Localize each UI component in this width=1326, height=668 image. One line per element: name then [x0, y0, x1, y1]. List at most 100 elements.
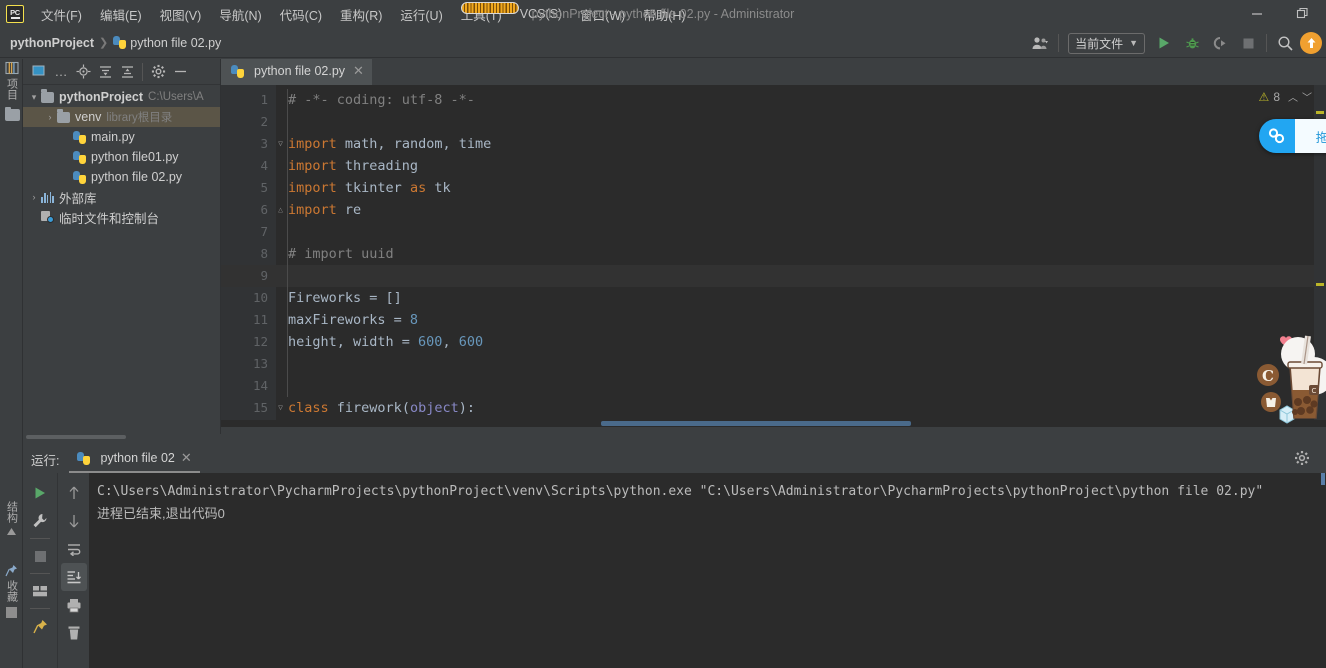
- hide-icon[interactable]: [170, 62, 190, 82]
- soft-wrap-icon[interactable]: [61, 535, 87, 563]
- code-content[interactable]: # -*- coding: utf-8 -*- import math, rand…: [276, 85, 1326, 427]
- close-icon[interactable]: ✕: [181, 450, 192, 466]
- run-with-coverage-icon[interactable]: [1207, 30, 1233, 56]
- code-editor[interactable]: 1 2 3 ▽ 4 5 6 △ 7 8 9 10 11 12 13 14 15 ▽ # -*- coding: u…: [221, 85, 1326, 427]
- stripe-folder-icon[interactable]: [5, 106, 20, 121]
- up-arrow-icon[interactable]: [61, 479, 87, 507]
- stripe-tab-favorites[interactable]: 收藏: [0, 564, 23, 618]
- bubble-tea-sticker: C C: [1252, 330, 1326, 426]
- stripe-tab-structure-label: 结构: [5, 501, 18, 523]
- tree-node-label: pythonProject: [59, 90, 144, 104]
- user-avatar-icon[interactable]: [1027, 30, 1053, 56]
- run-console-output[interactable]: C:\Users\Administrator\PycharmProjects\p…: [89, 473, 1326, 668]
- window-controls: [1234, 0, 1326, 28]
- wrench-icon[interactable]: [27, 507, 53, 535]
- chevron-down-icon[interactable]: ﹀: [1302, 89, 1312, 104]
- editor-tab-python-file-02[interactable]: python file 02.py ✕: [221, 59, 372, 85]
- inspection-widget[interactable]: ⚠ 8 ︿ ﹀: [1259, 89, 1312, 105]
- line-number-text: 6: [260, 202, 268, 217]
- line-number: 15 ▽: [221, 397, 283, 419]
- chevron-down-icon[interactable]: ▾: [27, 92, 41, 103]
- menu-view[interactable]: 视图(V): [151, 1, 211, 28]
- tree-node-hint: C:\Users\A: [148, 91, 204, 103]
- pin-icon: [5, 565, 17, 577]
- stop-icon[interactable]: [1235, 30, 1261, 56]
- minimize-button[interactable]: [1234, 0, 1280, 28]
- layout-icon[interactable]: [27, 577, 53, 605]
- trash-icon[interactable]: [61, 619, 87, 647]
- menu-edit[interactable]: 编辑(E): [91, 1, 151, 28]
- run-icon[interactable]: [1151, 30, 1177, 56]
- line-number: 1: [221, 89, 276, 111]
- line-number-text: 1: [260, 92, 268, 107]
- scroll-to-end-icon[interactable]: [60, 563, 87, 591]
- chevron-up-icon[interactable]: ︿: [1288, 89, 1298, 104]
- debug-icon[interactable]: [1179, 30, 1205, 56]
- line-number-text: 8: [260, 246, 268, 261]
- tree-node-python-file01-py[interactable]: python file01.py: [23, 147, 220, 167]
- stripe-tab-structure[interactable]: 结构: [0, 501, 23, 537]
- breadcrumb-file[interactable]: python file 02.py: [130, 36, 221, 50]
- menu-vcs[interactable]: VCS(S): [511, 3, 571, 25]
- stop-icon[interactable]: [27, 542, 53, 570]
- chevron-right-icon[interactable]: ›: [43, 112, 57, 122]
- menu-run[interactable]: 运行(U): [391, 1, 451, 28]
- tree-node-scratches-consoles[interactable]: 临时文件和控制台: [23, 207, 220, 227]
- title-bar: PC 文件(F) 编辑(E) 视图(V) 导航(N) 代码(C) 重构(R) 运行(U) 工具…: [0, 0, 1326, 28]
- maximize-restore-button[interactable]: [1280, 0, 1326, 28]
- line-number-text: 5: [260, 180, 268, 195]
- pin-icon[interactable]: [27, 612, 53, 640]
- run-tab-python-file-02[interactable]: python file 02 ✕: [69, 445, 200, 473]
- code-token: 600: [458, 334, 484, 350]
- breadcrumb-project[interactable]: pythonProject: [10, 36, 94, 50]
- code-line: # import uuid: [276, 243, 1326, 265]
- line-number: 14: [221, 375, 276, 397]
- gear-icon[interactable]: [148, 62, 168, 82]
- code-token: import: [288, 180, 345, 196]
- menu-navigate[interactable]: 导航(N): [210, 1, 270, 28]
- menu-help[interactable]: 帮助(H): [634, 1, 694, 28]
- search-icon[interactable]: [1272, 30, 1298, 56]
- line-number: 8: [221, 243, 276, 265]
- print-icon[interactable]: [61, 591, 87, 619]
- menu-file[interactable]: 文件(F): [32, 1, 91, 28]
- editor-area: python file 02.py ✕ 1 2 3 ▽ 4 5 6 △ 7 8 9 10 11 12 13 1…: [221, 59, 1326, 427]
- line-number-text: 11: [252, 312, 268, 327]
- menu-code[interactable]: 代码(C): [271, 1, 331, 28]
- select-opened-file-icon[interactable]: [29, 62, 49, 82]
- editor-horizontal-scrollbar[interactable]: [221, 420, 1326, 427]
- menu-refactor[interactable]: 重构(R): [331, 1, 391, 28]
- chevron-right-icon[interactable]: ›: [27, 192, 41, 202]
- down-arrow-icon[interactable]: [61, 507, 87, 535]
- gear-icon[interactable]: [1294, 450, 1310, 466]
- console-vertical-scrollbar[interactable]: [1320, 473, 1326, 668]
- update-project-icon[interactable]: [1300, 32, 1322, 54]
- stripe-tab-project[interactable]: 项目: [0, 61, 23, 100]
- locate-icon[interactable]: [73, 62, 93, 82]
- breadcrumb[interactable]: pythonProject ❯ python file 02.py: [10, 36, 221, 50]
- floating-upload-widget[interactable]: 拖: [1259, 119, 1326, 153]
- menu-window[interactable]: 窗口(W): [571, 1, 634, 28]
- line-number: 11: [221, 309, 276, 331]
- code-token: ,: [442, 136, 459, 152]
- more-icon[interactable]: …: [51, 62, 71, 82]
- tree-node-venv[interactable]: › venv library根目录: [23, 107, 220, 127]
- tree-node-external-libraries[interactable]: › 外部库: [23, 187, 220, 207]
- run-configuration-selector[interactable]: 当前文件 ▼: [1068, 32, 1145, 54]
- code-token: ):: [458, 400, 475, 416]
- code-token: 600: [418, 334, 443, 350]
- folder-icon: [57, 109, 70, 123]
- collapse-all-icon[interactable]: [117, 62, 137, 82]
- tree-node-python-file-02-py[interactable]: python file 02.py: [23, 167, 220, 187]
- library-icon: [41, 191, 55, 203]
- close-icon[interactable]: ✕: [353, 63, 364, 79]
- expand-all-icon[interactable]: [95, 62, 115, 82]
- project-toolbar: …: [23, 59, 220, 85]
- python-file-icon: [113, 36, 127, 49]
- code-token: tkinter: [344, 180, 410, 196]
- tree-node-main-py[interactable]: main.py: [23, 127, 220, 147]
- rerun-icon[interactable]: [27, 479, 53, 507]
- tree-node-pythonproject[interactable]: ▾ pythonProject C:\Users\A: [23, 87, 220, 107]
- code-token: height, width =: [288, 334, 419, 350]
